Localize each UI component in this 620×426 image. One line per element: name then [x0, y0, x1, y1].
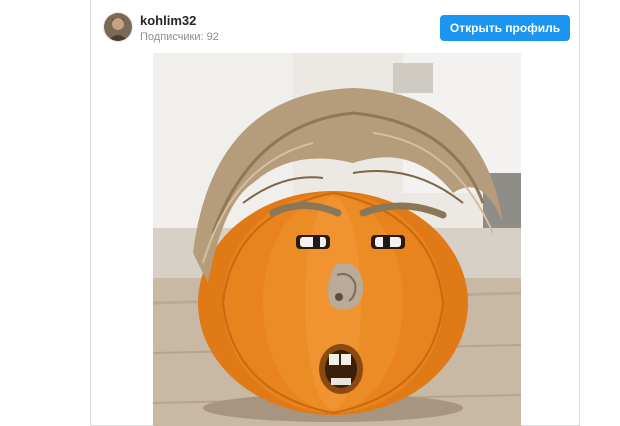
profile-header: kohlim32 Подписчики: 92 Открыть профиль — [91, 0, 579, 52]
post-image[interactable] — [153, 53, 521, 426]
pumpkin-photo — [153, 53, 521, 426]
avatar[interactable] — [103, 12, 133, 42]
username[interactable]: kohlim32 — [140, 13, 196, 28]
open-profile-button[interactable]: Открыть профиль — [440, 15, 570, 41]
followers-count: Подписчики: 92 — [140, 31, 219, 43]
profile-card: kohlim32 Подписчики: 92 Открыть профиль — [90, 0, 580, 426]
